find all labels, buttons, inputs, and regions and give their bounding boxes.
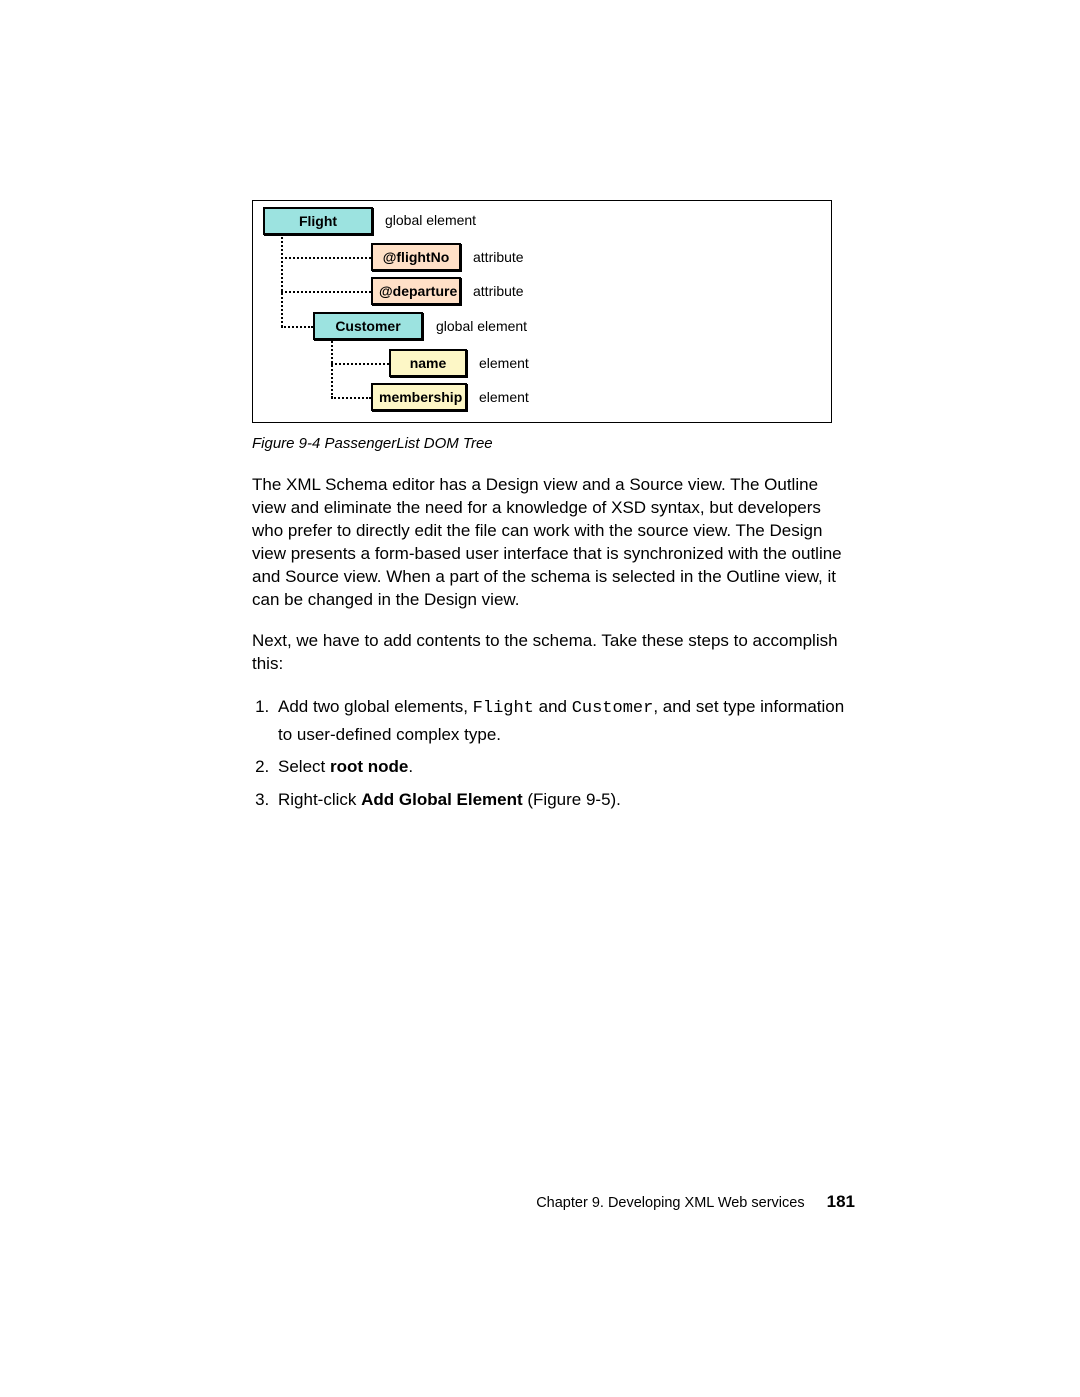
node-name: name <box>389 349 467 377</box>
node-name-label: name <box>410 355 447 371</box>
footer-page-number: 181 <box>827 1192 855 1211</box>
node-customer-label: Customer <box>335 318 400 334</box>
dom-tree-diagram: Flight global element @flightNo attribut… <box>261 207 823 412</box>
node-flight: Flight <box>263 207 373 235</box>
node-customer: Customer <box>313 312 423 340</box>
node-flight-label: Flight <box>299 213 337 229</box>
step-2: Select root node. <box>274 754 855 780</box>
step-1: Add two global elements, Flight and Cust… <box>274 694 855 749</box>
figure-caption: Figure 9-4 PassengerList DOM Tree <box>252 435 855 452</box>
node-customer-desc: global element <box>436 318 527 334</box>
page-footer: Chapter 9. Developing XML Web services 1… <box>0 1192 1080 1212</box>
step-3: Right-click Add Global Element (Figure 9… <box>274 787 855 813</box>
node-departure: @departure <box>371 277 461 305</box>
node-membership: membership <box>371 383 467 411</box>
node-flight-desc: global element <box>385 212 476 228</box>
node-departure-desc: attribute <box>473 283 524 299</box>
node-membership-label: membership <box>379 389 462 405</box>
paragraph-1: The XML Schema editor has a Design view … <box>252 474 855 612</box>
paragraph-2: Next, we have to add contents to the sch… <box>252 630 855 676</box>
figure-box: Flight global element @flightNo attribut… <box>252 200 832 423</box>
node-membership-desc: element <box>479 389 529 405</box>
node-departure-label: @departure <box>379 283 457 299</box>
footer-chapter: Chapter 9. Developing XML Web services <box>536 1195 804 1211</box>
node-flightno: @flightNo <box>371 243 461 271</box>
node-name-desc: element <box>479 355 529 371</box>
node-flightno-label: @flightNo <box>383 249 450 265</box>
steps-list: Add two global elements, Flight and Cust… <box>274 694 855 813</box>
node-flightno-desc: attribute <box>473 249 524 265</box>
